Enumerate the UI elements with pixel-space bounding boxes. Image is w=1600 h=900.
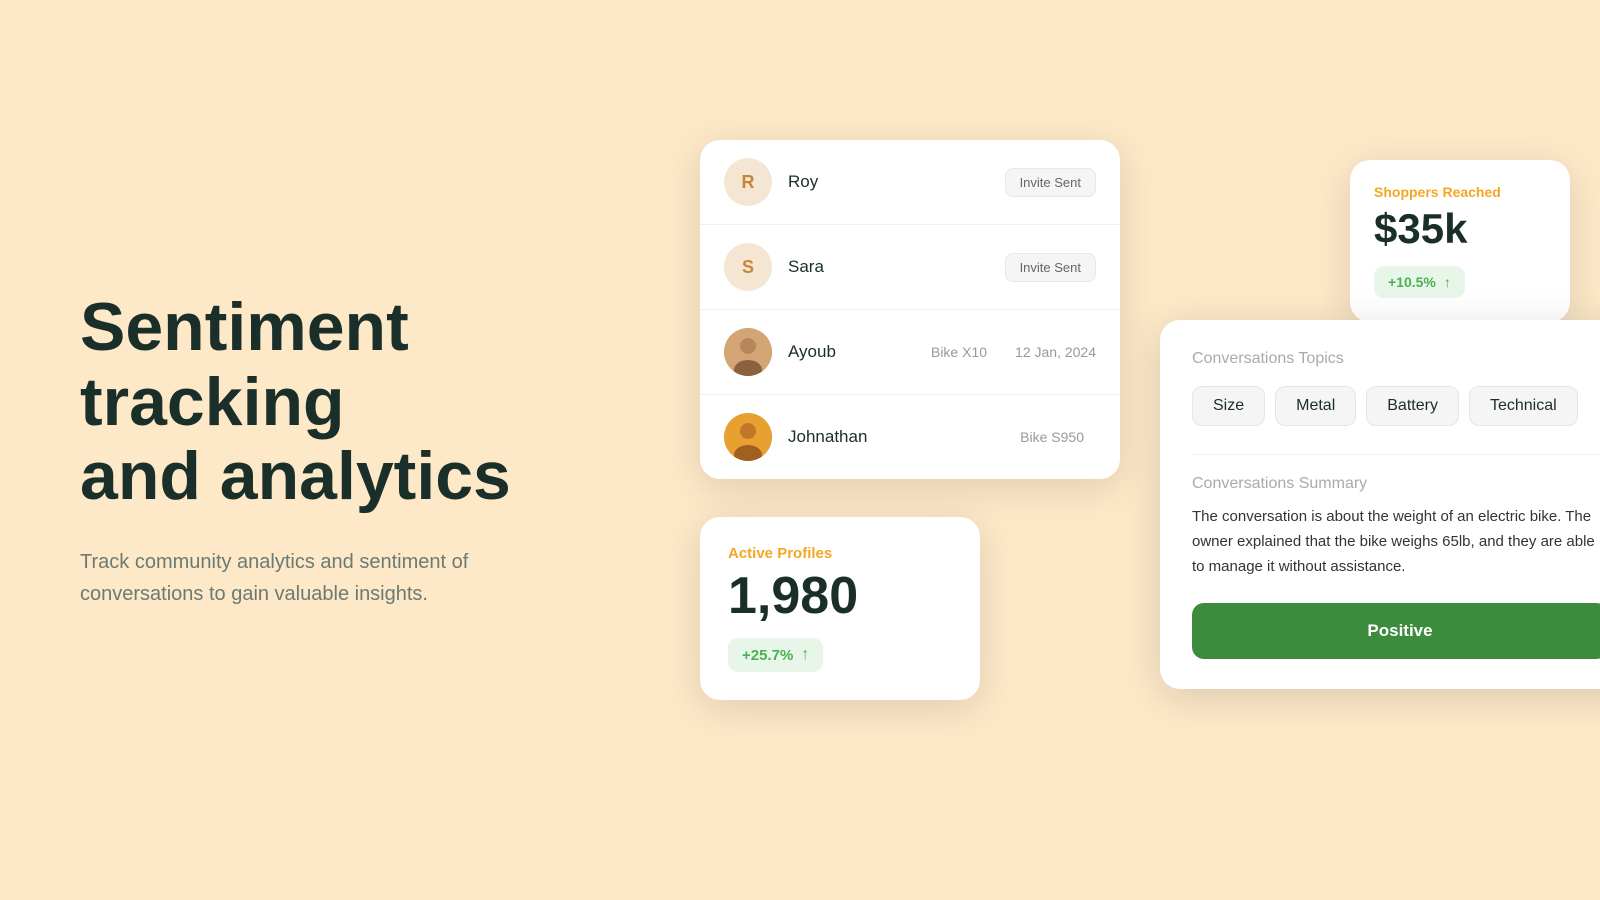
- user-name-johnathan: Johnathan: [788, 427, 1004, 447]
- invite-badge-sara: Invite Sent: [1005, 253, 1096, 282]
- user-name-sara: Sara: [788, 257, 989, 277]
- shoppers-reached-card: Shoppers Reached $35k +10.5% ↑: [1350, 160, 1570, 322]
- sub-text: Track community analytics and sentiment …: [80, 546, 540, 610]
- user-name-roy: Roy: [788, 172, 989, 192]
- divider: [1192, 454, 1600, 455]
- summary-title: Conversations Summary: [1192, 475, 1600, 493]
- summary-text: The conversation is about the weight of …: [1192, 505, 1600, 579]
- active-profiles-card: Active Profiles 1,980 +25.7% ↑: [700, 517, 980, 700]
- user-bike-ayoub: Bike X10: [931, 344, 987, 360]
- avatar-johnathan: [724, 413, 772, 461]
- user-date-ayoub: 12 Jan, 2024: [1015, 344, 1096, 360]
- positive-button[interactable]: Positive: [1192, 603, 1600, 659]
- avatar-roy: R: [724, 158, 772, 206]
- conversations-card: Conversations Topics Size Metal Battery …: [1160, 320, 1600, 689]
- main-heading: Sentiment tracking and analytics: [80, 290, 600, 514]
- active-profiles-label: Active Profiles: [728, 545, 952, 562]
- active-profiles-number: 1,980: [728, 570, 952, 622]
- topics-row: Size Metal Battery Technical: [1192, 386, 1600, 426]
- growth-arrow-icon: ↑: [801, 646, 809, 664]
- invite-badge-roy: Invite Sent: [1005, 168, 1096, 197]
- topic-technical: Technical: [1469, 386, 1578, 426]
- shoppers-label: Shoppers Reached: [1374, 184, 1546, 200]
- user-row-johnathan: Johnathan Bike S950: [700, 395, 1120, 479]
- avatar-sara: S: [724, 243, 772, 291]
- topic-metal: Metal: [1275, 386, 1356, 426]
- shoppers-growth-arrow-icon: ↑: [1444, 274, 1451, 290]
- user-row-roy: R Roy Invite Sent: [700, 140, 1120, 225]
- user-row-ayoub: Ayoub Bike X10 12 Jan, 2024: [700, 310, 1120, 395]
- active-profiles-growth: +25.7% ↑: [728, 638, 823, 672]
- user-bike-johnathan: Bike S950: [1020, 429, 1084, 445]
- right-section: R Roy Invite Sent S Sara Invite Sent Ayo…: [680, 0, 1600, 900]
- left-section: Sentiment tracking and analytics Track c…: [0, 230, 680, 670]
- topic-battery: Battery: [1366, 386, 1459, 426]
- user-name-ayoub: Ayoub: [788, 342, 915, 362]
- users-card: R Roy Invite Sent S Sara Invite Sent Ayo…: [700, 140, 1120, 479]
- user-row-sara: S Sara Invite Sent: [700, 225, 1120, 310]
- shoppers-growth: +10.5% ↑: [1374, 266, 1465, 298]
- topic-size: Size: [1192, 386, 1265, 426]
- shoppers-amount: $35k: [1374, 208, 1546, 250]
- avatar-ayoub: [724, 328, 772, 376]
- topics-title: Conversations Topics: [1192, 350, 1600, 368]
